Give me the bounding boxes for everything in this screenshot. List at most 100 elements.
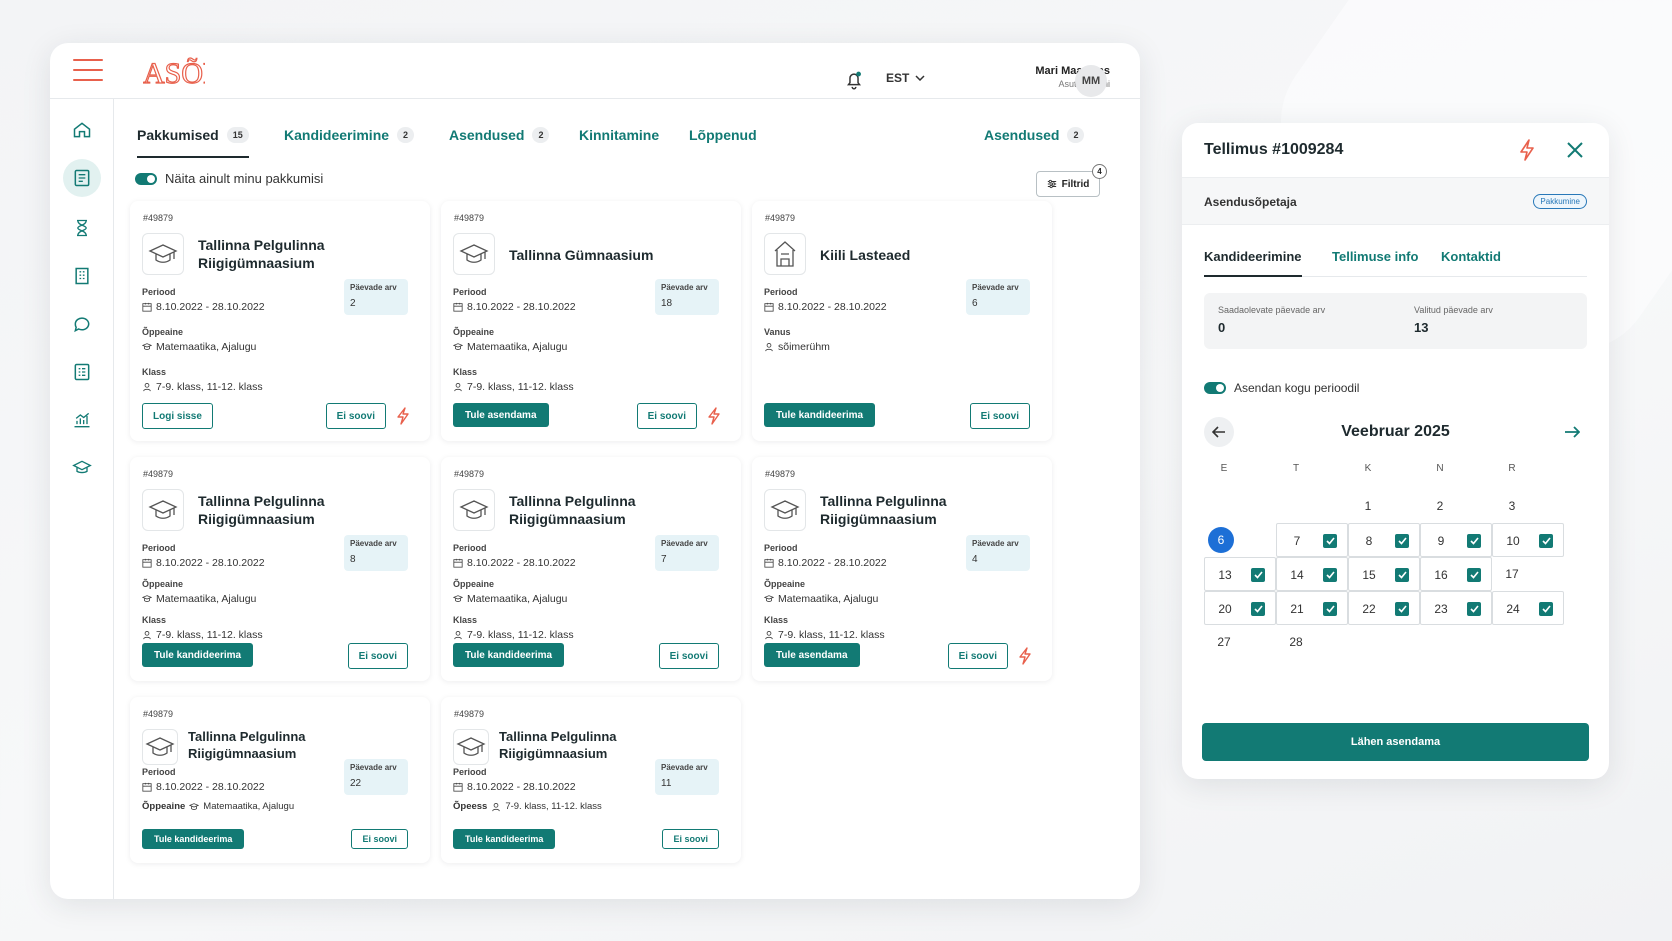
checkbox-checked-icon[interactable] bbox=[1395, 602, 1409, 616]
offer-card[interactable]: #49879 Tallinna Pelgulinna Riigigümnaasiu… bbox=[130, 201, 430, 441]
checkbox-checked-icon[interactable] bbox=[1467, 534, 1481, 548]
next-month-button[interactable] bbox=[1557, 417, 1587, 447]
sidebar-item-education[interactable] bbox=[63, 449, 101, 487]
decline-button[interactable]: Ei soovi bbox=[947, 643, 1008, 669]
document-list-icon bbox=[74, 363, 90, 381]
calendar-day[interactable]: 15 bbox=[1348, 557, 1420, 591]
offer-id: #49879 bbox=[454, 213, 485, 223]
lightning-icon[interactable] bbox=[1018, 647, 1032, 665]
days-box: Päevade arv 8 bbox=[344, 535, 408, 571]
only-my-offers-toggle[interactable] bbox=[135, 172, 157, 185]
checkbox-checked-icon[interactable] bbox=[1395, 534, 1409, 548]
checkbox-checked-icon[interactable] bbox=[1323, 602, 1337, 616]
tab-pakkumised[interactable]: Pakkumised 15 bbox=[137, 118, 249, 158]
day-number: 27 bbox=[1217, 635, 1231, 649]
apply-button[interactable]: Tule kandideerima bbox=[453, 643, 565, 667]
checkbox-checked-icon[interactable] bbox=[1467, 602, 1481, 616]
sidebar-item-reports[interactable] bbox=[63, 353, 101, 391]
calendar-day[interactable]: 24 bbox=[1492, 591, 1564, 625]
graduation-cap-icon bbox=[142, 729, 178, 765]
checkbox-checked-icon[interactable] bbox=[1395, 568, 1409, 582]
calendar-day[interactable]: 10 bbox=[1492, 523, 1564, 557]
sidebar-item-messages[interactable] bbox=[63, 305, 101, 343]
offer-card[interactable]: #49879 Tallinna Pelgulinna Riigigümnaasiu… bbox=[441, 697, 741, 863]
tab-tellimuse-info[interactable]: Tellimuse info bbox=[1332, 249, 1418, 264]
apply-button[interactable]: Tule kandideerima bbox=[142, 829, 245, 849]
decline-button[interactable]: Ei soovi bbox=[662, 829, 719, 849]
lightning-icon[interactable] bbox=[396, 407, 410, 425]
sidebar-item-institutions[interactable] bbox=[63, 257, 101, 295]
offer-card[interactable]: #49879 Tallinna Pelgulinna Riigigümnaasiu… bbox=[441, 457, 741, 681]
decline-button[interactable]: Ei soovi bbox=[351, 829, 408, 849]
checkbox-checked-icon[interactable] bbox=[1251, 568, 1265, 582]
calendar-day[interactable]: 2 bbox=[1420, 489, 1492, 523]
tab-kandideerimine-panel[interactable]: Kandideerimine bbox=[1204, 249, 1302, 277]
tab-asendused-right[interactable]: Asendused 2 bbox=[984, 118, 1085, 152]
whole-period-row: Asendan kogu perioodil bbox=[1204, 381, 1359, 395]
checkbox-checked-icon[interactable] bbox=[1467, 568, 1481, 582]
calendar-day[interactable]: 14 bbox=[1276, 557, 1348, 591]
sidebar-item-offers[interactable] bbox=[63, 159, 101, 197]
calendar-day-today[interactable]: 6 bbox=[1204, 523, 1276, 557]
logo[interactable]: ASÕP bbox=[142, 51, 220, 96]
offer-card[interactable]: #49879 Tallinna Pelgulinna Riigigümnaasiu… bbox=[130, 697, 430, 863]
offer-card[interactable]: #49879 Tallinna Gümnaasium Periood 8.10.202… bbox=[441, 201, 741, 441]
offer-card[interactable]: #49879 Tallinna Pelgulinna Riigigümnaasiu… bbox=[752, 457, 1052, 681]
come-substitute-button[interactable]: Tule asendama bbox=[764, 643, 860, 667]
lightning-icon[interactable] bbox=[707, 407, 721, 425]
calendar-day[interactable]: 17 bbox=[1492, 557, 1564, 591]
filter-button[interactable]: Filtrid 4 bbox=[1036, 164, 1107, 197]
notification-bell-icon[interactable] bbox=[843, 69, 865, 91]
sidebar-item-home[interactable] bbox=[63, 111, 101, 149]
panel-tabs: Kandideerimine Tellimuse info Kontaktid bbox=[1204, 243, 1587, 277]
tab-loppenud[interactable]: Lõppenud bbox=[689, 118, 757, 152]
whole-period-toggle[interactable] bbox=[1204, 382, 1226, 394]
go-substitute-button[interactable]: Lähen asendama bbox=[1202, 723, 1589, 761]
calendar-day[interactable]: 23 bbox=[1420, 591, 1492, 625]
checkbox-checked-icon[interactable] bbox=[1323, 568, 1337, 582]
language-selector[interactable]: EST bbox=[886, 71, 925, 85]
calendar-day[interactable]: 27 bbox=[1204, 625, 1276, 659]
decline-button[interactable]: Ei soovi bbox=[347, 643, 408, 669]
tab-kontaktid[interactable]: Kontaktid bbox=[1441, 249, 1501, 264]
offer-card[interactable]: #49879 Tallinna Pelgulinna Riigigümnaasiu… bbox=[130, 457, 430, 681]
calendar-day[interactable]: 20 bbox=[1204, 591, 1276, 625]
tab-kandideerimine[interactable]: Kandideerimine 2 bbox=[284, 118, 415, 152]
calendar-day[interactable]: 21 bbox=[1276, 591, 1348, 625]
calendar-day[interactable]: 8 bbox=[1348, 523, 1420, 557]
login-button[interactable]: Logi sisse bbox=[142, 403, 213, 429]
decline-button[interactable]: Ei soovi bbox=[636, 403, 697, 429]
tab-asendused[interactable]: Asendused 2 bbox=[449, 118, 550, 152]
menu-icon[interactable] bbox=[73, 59, 103, 83]
calendar-day[interactable]: 16 bbox=[1420, 557, 1492, 591]
decline-button[interactable]: Ei soovi bbox=[969, 403, 1030, 429]
period-value: 8.10.2022 - 28.10.2022 bbox=[453, 557, 576, 569]
avatar[interactable]: MM bbox=[1075, 65, 1107, 97]
close-icon[interactable] bbox=[1566, 141, 1584, 159]
calendar-day[interactable]: 28 bbox=[1276, 625, 1348, 659]
calendar-day[interactable]: 7 bbox=[1276, 523, 1348, 557]
tab-kinnitamine[interactable]: Kinnitamine bbox=[579, 118, 659, 152]
sidebar-item-substitutions[interactable] bbox=[63, 209, 101, 247]
age-label: Vanus bbox=[764, 327, 791, 337]
checkbox-checked-icon[interactable] bbox=[1539, 602, 1553, 616]
calendar-day[interactable]: 22 bbox=[1348, 591, 1420, 625]
checkbox-checked-icon[interactable] bbox=[1323, 534, 1337, 548]
offer-card[interactable]: #49879 Kiili Lasteaed Periood 8.10.2022 - 2… bbox=[752, 201, 1052, 441]
calendar-day[interactable]: 1 bbox=[1348, 489, 1420, 523]
calendar-day[interactable]: 9 bbox=[1420, 523, 1492, 557]
apply-button[interactable]: Tule kandideerima bbox=[453, 829, 556, 849]
available-days-label: Saadaolevate päevade arv bbox=[1218, 305, 1326, 315]
calendar-header: Veebruar 2025 bbox=[1204, 409, 1587, 449]
decline-button[interactable]: Ei soovi bbox=[325, 403, 386, 429]
lightning-icon[interactable] bbox=[1518, 139, 1536, 161]
checkbox-checked-icon[interactable] bbox=[1539, 534, 1553, 548]
decline-button[interactable]: Ei soovi bbox=[658, 643, 719, 669]
calendar-day[interactable]: 3 bbox=[1492, 489, 1564, 523]
apply-button[interactable]: Tule kandideerima bbox=[142, 643, 254, 667]
calendar-day[interactable]: 13 bbox=[1204, 557, 1276, 591]
checkbox-checked-icon[interactable] bbox=[1251, 602, 1265, 616]
sidebar-item-statistics[interactable] bbox=[63, 401, 101, 439]
apply-button[interactable]: Tule kandideerima bbox=[764, 403, 876, 427]
come-substitute-button[interactable]: Tule asendama bbox=[453, 403, 549, 427]
